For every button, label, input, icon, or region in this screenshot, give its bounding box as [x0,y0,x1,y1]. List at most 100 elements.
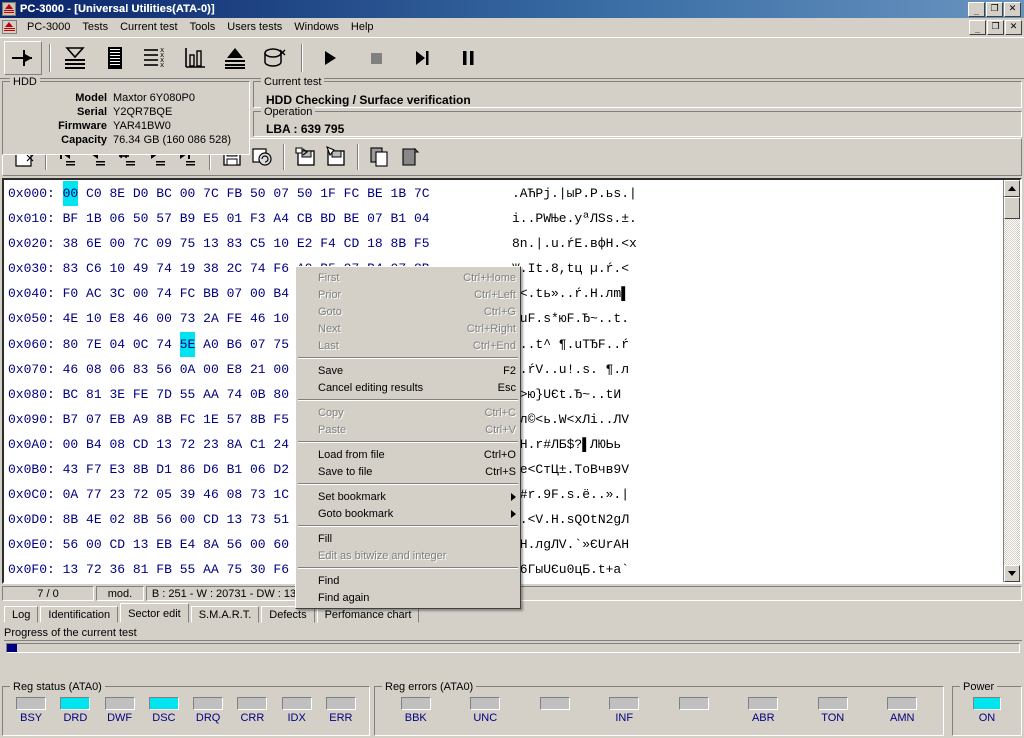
hex-byte[interactable]: 8B [156,407,172,432]
toolbar-step-button[interactable] [400,41,444,75]
hex-byte[interactable]: 8B [133,507,149,532]
hex-byte[interactable]: D1 [156,457,172,482]
hex-byte[interactable]: 39 [180,482,196,507]
hex-byte[interactable]: B1 [391,206,407,231]
ascii-row[interactable]: .л©<ь.W<хЛi..ЛV [512,407,692,432]
hex-byte[interactable]: BE [367,181,383,206]
tab-identification[interactable]: Identification [40,606,119,623]
hex-byte[interactable]: 08 [227,482,243,507]
ascii-row[interactable]: .AЋPj.|ыP.P.ьs.| [512,181,692,206]
hex-byte[interactable]: 10 [86,306,102,331]
hex-byte[interactable]: 06 [109,206,125,231]
hex-byte[interactable]: 09 [156,231,172,256]
hex-byte[interactable]: AC [86,281,102,306]
hex-byte[interactable]: 02 [109,507,125,532]
hex-byte[interactable]: 00 [156,306,172,331]
hex-byte[interactable]: 5E [179,331,196,357]
hex-byte[interactable]: B9 [180,206,196,231]
hex-byte[interactable]: 13 [203,231,219,256]
hex-byte[interactable]: 72 [86,557,102,582]
context-menu-item-find[interactable]: Find [296,572,520,589]
hex-byte[interactable]: 73 [250,507,266,532]
ascii-row[interactable]: r6ГыUЄu0цБ.t+a` [512,557,692,582]
hex-byte[interactable]: 83 [63,256,79,281]
hex-byte[interactable]: 00 [133,281,149,306]
hex-load-from-file-button[interactable] [291,142,321,172]
hex-copy-button[interactable] [365,142,395,172]
hex-byte[interactable]: 4E [63,306,79,331]
hex-byte[interactable]: 13 [156,432,172,457]
hex-byte[interactable]: F5 [414,231,430,256]
menu-item-help[interactable]: Help [345,19,380,35]
hex-byte[interactable]: 10 [273,306,289,331]
hex-byte[interactable]: E3 [109,457,125,482]
hex-byte[interactable]: CD [109,532,125,557]
hex-byte[interactable]: 1F [320,181,336,206]
hex-byte[interactable]: 80 [63,332,79,357]
ascii-row[interactable]: i..PWЊe.yªЛSs.±. [512,206,692,231]
ascii-row[interactable]: .H.r#ЛБ$?▌ЛЮЬь [512,432,692,457]
hex-byte[interactable]: 00 [250,281,266,306]
hex-byte[interactable]: 30 [250,557,266,582]
ascii-row[interactable]: .uF.s*юF.Ђ~..t. [512,306,692,331]
hex-byte[interactable]: 08 [109,432,125,457]
hex-byte[interactable]: D2 [273,457,289,482]
hex-byte[interactable]: 72 [180,432,196,457]
hex-byte[interactable]: 13 [227,507,243,532]
hex-byte[interactable]: 07 [86,407,102,432]
toolbar-pause-button[interactable] [446,41,490,75]
hex-byte[interactable]: 46 [250,306,266,331]
menu-item-windows[interactable]: Windows [288,19,345,35]
hex-byte[interactable]: CB [297,206,313,231]
toolbar-start-button[interactable] [308,41,352,75]
hex-byte[interactable]: F7 [86,457,102,482]
hex-byte[interactable]: BC [63,382,79,407]
hex-byte[interactable]: F4 [320,231,336,256]
hex-byte[interactable]: 24 [273,432,289,457]
hex-byte[interactable]: 74 [156,281,172,306]
hex-byte[interactable]: EB [109,407,125,432]
toolbar-utilities-button[interactable] [216,41,254,75]
toolbar-checklist-button[interactable]: xx xx [136,41,174,75]
hex-byte[interactable]: 05 [156,482,172,507]
hex-ascii-pane[interactable]: .AЋPj.|ыP.P.ьs.| i..PWЊe.yªЛSs.±. 8n.|.u.ŕ… [512,181,692,582]
hex-save-to-file-button[interactable] [321,142,351,172]
hex-byte[interactable]: 0A [63,482,79,507]
hex-byte[interactable]: 00 [180,507,196,532]
context-menu-item-cancel-editing-results[interactable]: Cancel editing results Esc [296,379,520,396]
hex-byte[interactable]: 23 [203,432,219,457]
hex-byte[interactable]: 50 [133,206,149,231]
hex-byte[interactable]: FC [344,181,360,206]
hex-byte[interactable]: C0 [86,181,102,206]
hex-byte[interactable]: 50 [297,181,313,206]
hex-byte[interactable]: 38 [203,256,219,281]
ascii-row[interactable]: ^>ю}UЄt.Ђ~..tИ [512,382,692,407]
sector-edit-context-menu[interactable]: First Ctrl+Home Prior Ctrl+Left Goto Ctrl+G Ne… [295,266,521,609]
hex-byte[interactable]: 83 [133,357,149,382]
hex-byte[interactable]: BD [320,206,336,231]
hex-byte[interactable]: 7C [133,231,149,256]
hex-byte[interactable]: 75 [227,557,243,582]
hex-byte[interactable]: 0C [133,332,149,357]
hex-byte[interactable]: E8 [109,306,125,331]
hex-byte[interactable]: 3E [109,382,125,407]
hex-byte[interactable]: 74 [250,256,266,281]
hex-byte[interactable]: 6E [86,231,102,256]
hex-byte[interactable]: FE [227,306,243,331]
minimize-button[interactable]: _ [968,1,985,17]
menu-item-current-test[interactable]: Current test [114,19,183,35]
hex-byte[interactable]: 7C [414,181,430,206]
hex-byte[interactable]: 13 [133,532,149,557]
hex-row[interactable]: 0x010: BF 1B 06 50 57 B9 E5 01 F3 A4 CB … [8,206,1003,231]
hex-byte[interactable]: 81 [86,382,102,407]
hex-byte[interactable]: E8 [227,357,243,382]
hex-byte[interactable]: 73 [250,482,266,507]
toolbar-test-run-button[interactable] [56,41,94,75]
hex-byte[interactable]: D6 [203,457,219,482]
hex-byte[interactable]: 57 [156,206,172,231]
hex-byte[interactable]: 83 [227,231,243,256]
hex-byte[interactable]: C6 [86,256,102,281]
hex-byte[interactable]: 10 [109,256,125,281]
menu-item-tests[interactable]: Tests [76,19,114,35]
hex-byte[interactable]: 38 [63,231,79,256]
